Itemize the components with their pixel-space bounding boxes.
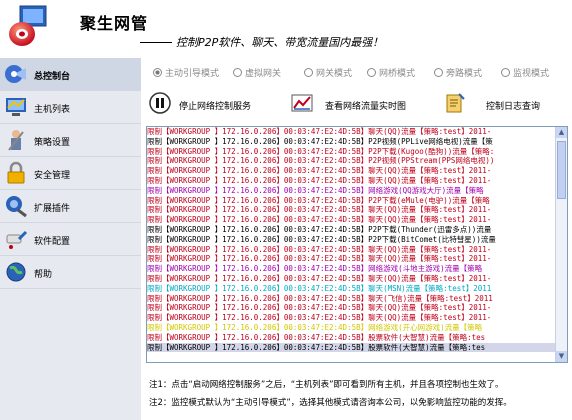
sidebar-item-plugins[interactable]: 扩展插件 (0, 190, 141, 223)
sidebar-item-label: 安全管理 (34, 171, 71, 181)
log-row[interactable]: 限制【WORKGROUP 】172.16.0.206】00:03:47:E2:4… (147, 205, 555, 215)
sidebar-item-label: 扩展插件 (34, 204, 71, 214)
config-icon (4, 227, 28, 251)
log-row[interactable]: 限制【WORKGROUP 】172.16.0.206】00:03:47:E2:4… (147, 186, 555, 196)
sidebar-item-config[interactable]: 软件配置 (0, 223, 141, 256)
mode-radio-gateway[interactable]: 网关模式 (304, 66, 352, 79)
pause-icon (149, 92, 171, 114)
control-log-query-label: 控制日志查询 (486, 102, 541, 112)
log-row[interactable]: 限制【WORKGROUP 】172.16.0.206】00:03:47:E2:4… (147, 196, 555, 206)
mode-radio-monitor[interactable]: 监视模式 (501, 66, 549, 79)
log-scrollbar[interactable]: ▲ ▼ (555, 127, 567, 362)
control-log-query-button[interactable]: 控制日志查询 (444, 86, 564, 122)
notes: 注1：点击“启动网络控制服务”之后，“主机列表”即可看到所有主机，并且各项控制也… (149, 376, 569, 412)
log-row[interactable]: 限制【WORKGROUP 】172.16.0.206】00:03:47:E2:4… (147, 235, 555, 245)
console-icon (4, 62, 28, 86)
note-2: 注2：监控模式默认为“主动引导模式”，选择其他模式请咨询本公司，以免影响监控功能… (149, 398, 512, 408)
mode-radio-active-guide[interactable]: 主动引导模式 (153, 66, 219, 79)
log-row[interactable]: 限制【WORKGROUP 】172.16.0.206】00:03:47:E2:4… (147, 294, 555, 304)
mode-radio-bypass[interactable]: 旁路模式 (434, 66, 482, 79)
sidebar-item-label: 总控制台 (34, 72, 71, 82)
sidebar-item-console[interactable]: 总控制台 (0, 58, 141, 91)
sidebar: 总控制台 主机列表 策略设置 安全管理 扩展插件 软件配置 帮助 (0, 58, 141, 420)
mode-radio-bridge[interactable]: 网桥模式 (367, 66, 415, 79)
log-row[interactable]: 限制【WORKGROUP 】172.16.0.206】00:03:47:E2:4… (147, 176, 555, 186)
lock-icon (4, 161, 28, 185)
log-row[interactable]: 限制【WORKGROUP 】172.16.0.206】00:03:47:E2:4… (147, 333, 555, 343)
log-row[interactable]: 限制【WORKGROUP 】172.16.0.206】00:03:47:E2:4… (147, 264, 555, 274)
log-row[interactable]: 限制【WORKGROUP 】172.16.0.206】00:03:47:E2:4… (147, 274, 555, 284)
view-realtime-chart-label: 查看网络流量实时图 (325, 102, 407, 112)
log-row[interactable]: 限制【WORKGROUP 】172.16.0.206】00:03:47:E2:4… (147, 137, 555, 147)
scroll-thumb[interactable] (557, 141, 566, 199)
log-rows: 限制【WORKGROUP 】172.16.0.206】00:03:47:E2:4… (147, 127, 555, 362)
mode-radio-group: 主动引导模式 虚拟网关 网关模式 网桥模式 旁路模式 监视模式 (141, 64, 572, 80)
log-row[interactable]: 限制【WORKGROUP 】172.16.0.206】00:03:47:E2:4… (147, 166, 555, 176)
log-book-icon (444, 92, 466, 114)
log-row[interactable]: 限制【WORKGROUP 】172.16.0.206】00:03:47:E2:4… (147, 284, 555, 294)
sidebar-item-help[interactable]: 帮助 (0, 256, 141, 289)
stop-service-button[interactable]: 停止网络控制服务 (149, 86, 277, 122)
log-row[interactable]: 限制【WORKGROUP 】172.16.0.206】00:03:47:E2:4… (147, 254, 555, 264)
sidebar-item-label: 主机列表 (34, 105, 71, 115)
chart-icon (291, 92, 313, 114)
log-row[interactable]: 限制【WORKGROUP 】172.16.0.206】00:03:47:E2:4… (147, 215, 555, 225)
log-row[interactable]: 限制【WORKGROUP 】172.16.0.206】00:03:47:E2:4… (147, 245, 555, 255)
scroll-up-icon[interactable]: ▲ (556, 127, 567, 138)
sidebar-item-policy[interactable]: 策略设置 (0, 124, 141, 157)
host-list-icon (4, 95, 28, 119)
control-log-list[interactable]: 限制【WORKGROUP 】172.16.0.206】00:03:47:E2:4… (146, 126, 568, 363)
log-row[interactable]: 限制【WORKGROUP 】172.16.0.206】00:03:47:E2:4… (147, 303, 555, 313)
app-logo-icon (6, 4, 48, 50)
sidebar-item-label: 策略设置 (34, 138, 71, 148)
note-1: 注1：点击“启动网络控制服务”之后，“主机列表”即可看到所有主机，并且各项控制也… (149, 380, 504, 390)
sidebar-item-host-list[interactable]: 主机列表 (0, 91, 141, 124)
log-row[interactable]: 限制【WORKGROUP 】172.16.0.206】00:03:47:E2:4… (147, 147, 555, 157)
scroll-down-icon[interactable]: ▼ (556, 351, 567, 362)
log-row[interactable]: 限制【WORKGROUP 】172.16.0.206】00:03:47:E2:4… (147, 156, 555, 166)
log-row[interactable]: 限制【WORKGROUP 】172.16.0.206】00:03:47:E2:4… (147, 225, 555, 235)
app-title: 聚生网管 (80, 14, 149, 33)
log-row[interactable]: 限制【WORKGROUP 】172.16.0.206】00:03:47:E2:4… (147, 127, 555, 137)
app-slogan: 控制P2P软件、聊天、带宽流量国内最强！ (176, 36, 384, 49)
log-row[interactable]: 限制【WORKGROUP 】172.16.0.206】00:03:47:E2:4… (147, 342, 555, 353)
stop-service-label: 停止网络控制服务 (179, 102, 252, 112)
plugin-icon (4, 194, 28, 218)
help-globe-icon (4, 260, 28, 284)
policy-icon (4, 128, 28, 152)
app-banner: 聚生网管 控制P2P软件、聊天、带宽流量国内最强！ (0, 0, 572, 58)
sidebar-item-label: 帮助 (34, 270, 53, 280)
mode-radio-virtual-gateway[interactable]: 虚拟网关 (233, 66, 281, 79)
sidebar-item-label: 软件配置 (34, 237, 71, 247)
toolbar: 停止网络控制服务 查看网络流量实时图 控制日志查询 (141, 86, 572, 122)
main-panel: 主动引导模式 虚拟网关 网关模式 网桥模式 旁路模式 监视模式 停止网络控制服务… (141, 58, 572, 420)
sidebar-item-security[interactable]: 安全管理 (0, 157, 141, 190)
log-row[interactable]: 限制【WORKGROUP 】172.16.0.206】00:03:47:E2:4… (147, 323, 555, 333)
view-realtime-chart-button[interactable]: 查看网络流量实时图 (291, 86, 421, 122)
slogan-divider (140, 42, 172, 43)
log-row[interactable]: 限制【WORKGROUP 】172.16.0.206】00:03:47:E2:4… (147, 313, 555, 323)
